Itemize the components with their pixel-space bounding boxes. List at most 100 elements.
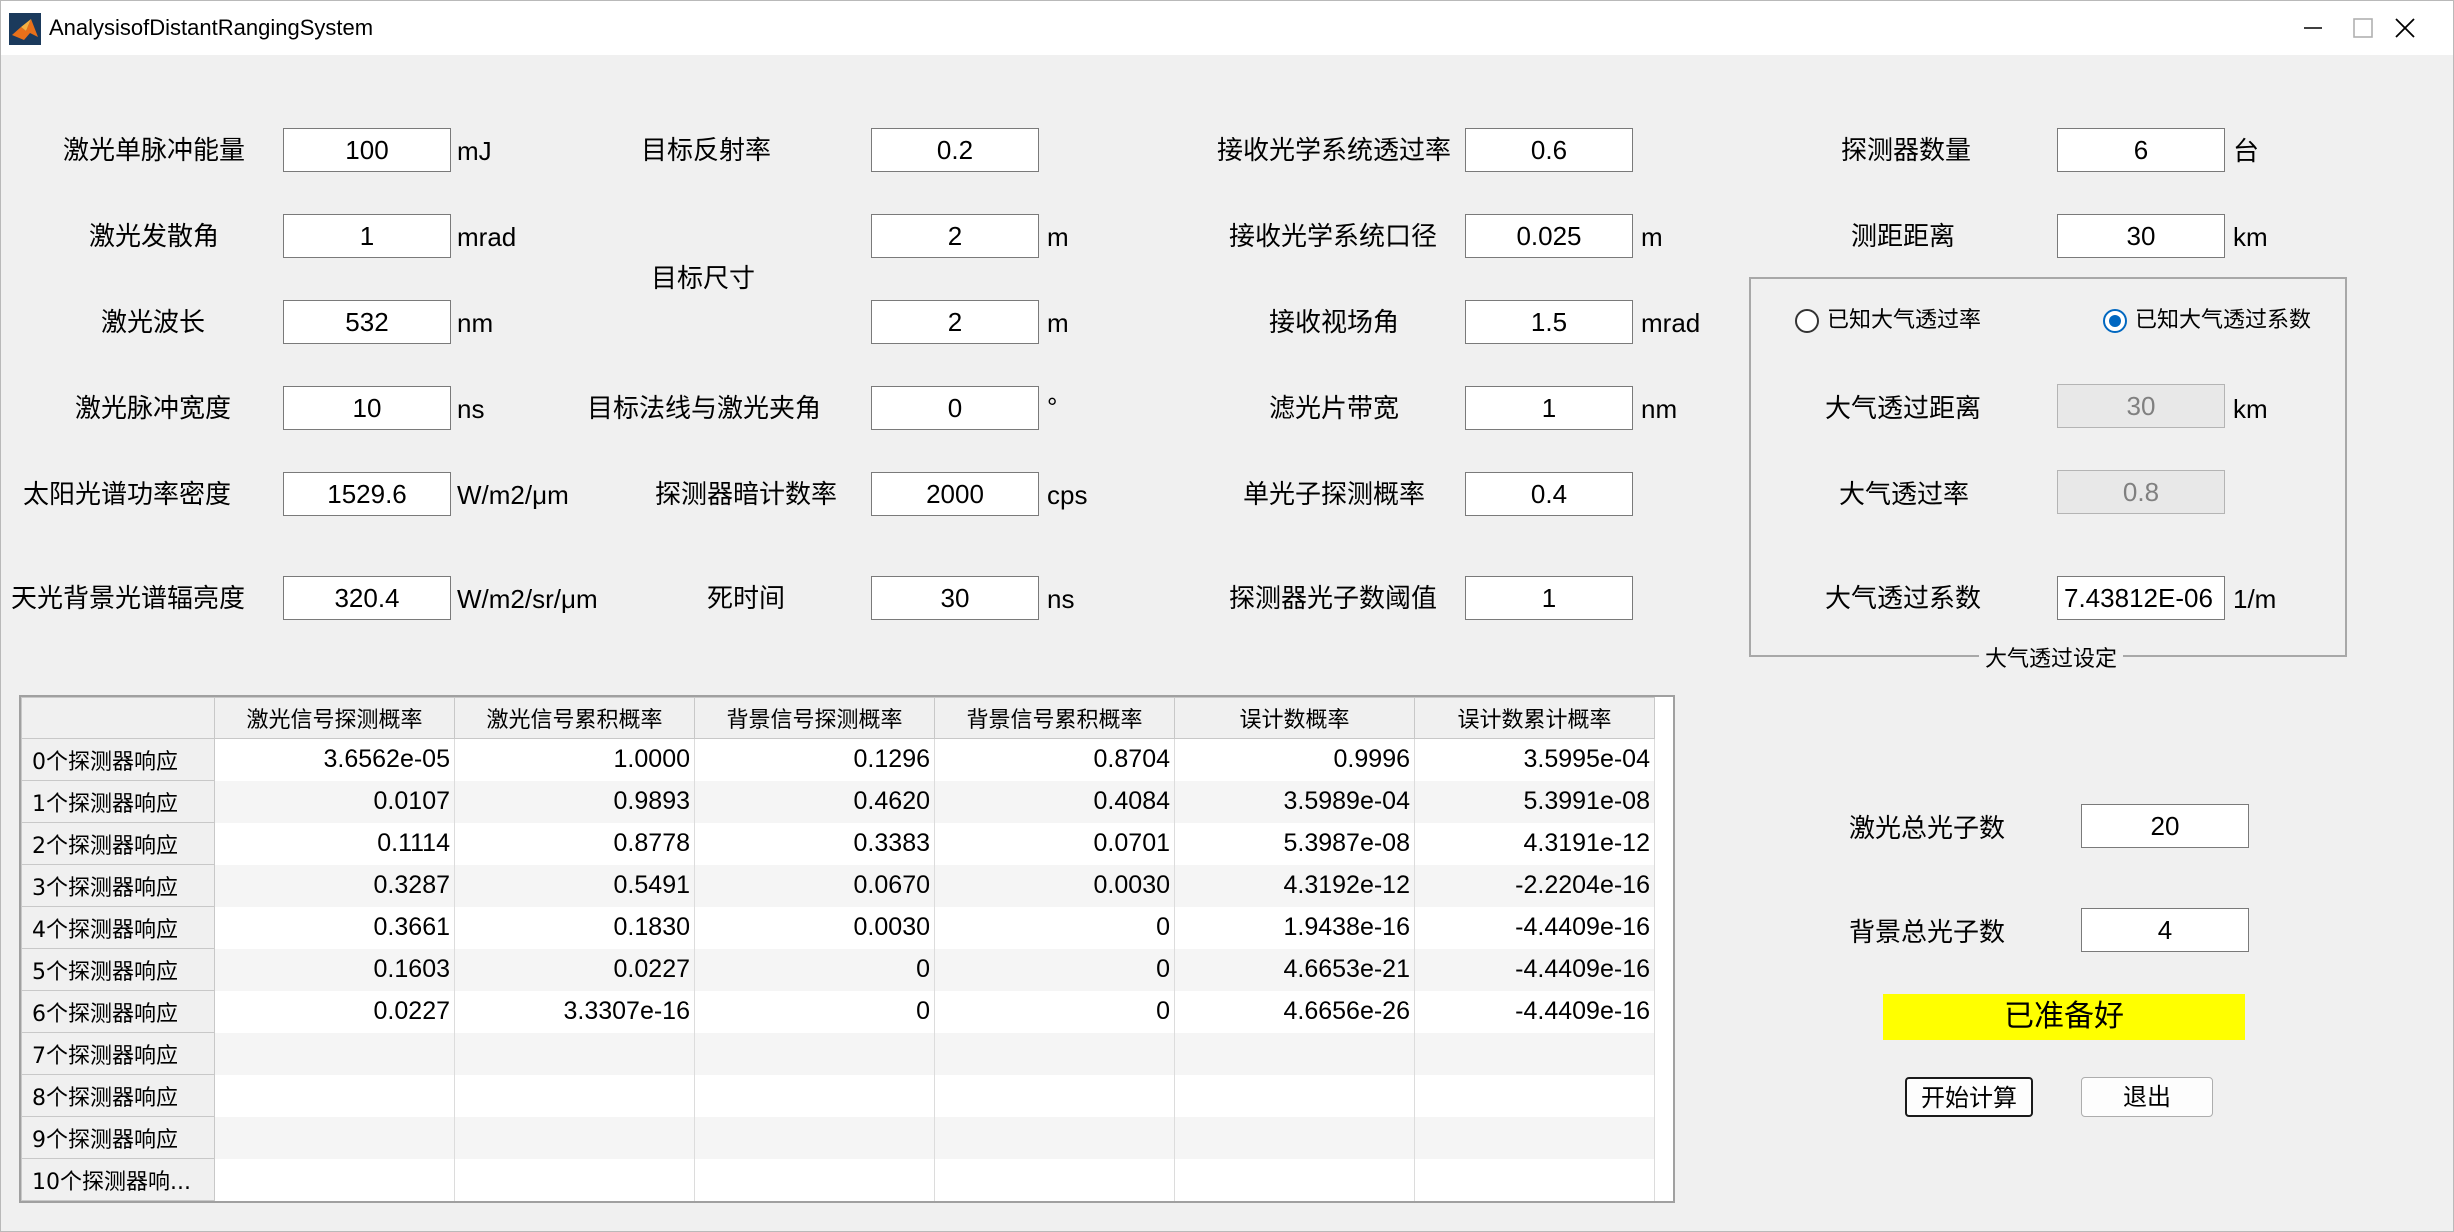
table-cell[interactable]: -4.4409e-16 [1414, 948, 1655, 991]
table-cell[interactable]: 3.5989e-04 [1174, 780, 1415, 823]
table-cell[interactable]: 0.8778 [454, 822, 695, 865]
dark-count-field[interactable] [871, 472, 1039, 516]
table-cell[interactable]: 0.1296 [694, 738, 935, 781]
divergence-field[interactable] [283, 214, 451, 258]
background-photons-field[interactable] [2081, 908, 2249, 952]
column-header[interactable]: 误计数累计概率 [1414, 697, 1655, 739]
table-cell[interactable]: 3.6562e-05 [214, 738, 455, 781]
radio-known-transmittance[interactable]: 已知大气透过率 [1795, 306, 1981, 336]
table-cell[interactable]: 0.3287 [214, 864, 455, 907]
photon-threshold-field[interactable] [1465, 576, 1633, 620]
table-cell[interactable]: 1.0000 [454, 738, 695, 781]
target-angle-field[interactable] [871, 386, 1039, 430]
table-cell[interactable]: 1.9438e-16 [1174, 906, 1415, 949]
range-field[interactable] [2057, 214, 2225, 258]
table-cell[interactable]: 0.9996 [1174, 738, 1415, 781]
table-cell[interactable] [694, 1032, 935, 1075]
table-cell[interactable]: 5.3991e-08 [1414, 780, 1655, 823]
column-header[interactable]: 背景信号探测概率 [694, 697, 935, 739]
wavelength-field[interactable] [283, 300, 451, 344]
table-cell[interactable] [214, 1116, 455, 1159]
table-cell[interactable] [934, 1074, 1175, 1117]
single-photon-prob-field[interactable] [1465, 472, 1633, 516]
table-cell[interactable] [214, 1158, 455, 1201]
detector-count-field[interactable] [2057, 128, 2225, 172]
row-header[interactable]: 4个探测器响应 [21, 906, 215, 949]
row-header[interactable]: 0个探测器响应 [21, 738, 215, 781]
table-cell[interactable]: 0.0107 [214, 780, 455, 823]
table-cell[interactable] [1414, 1158, 1655, 1201]
target-size-field-1[interactable] [871, 214, 1039, 258]
exit-button[interactable]: 退出 [2081, 1077, 2213, 1117]
table-cell[interactable]: 0 [694, 990, 935, 1033]
table-cell[interactable]: 3.5995e-04 [1414, 738, 1655, 781]
dead-time-field[interactable] [871, 576, 1039, 620]
row-header[interactable]: 8个探测器响应 [21, 1074, 215, 1117]
table-cell[interactable]: 0 [934, 948, 1175, 991]
target-reflectance-field[interactable] [871, 128, 1039, 172]
table-cell[interactable]: 4.3192e-12 [1174, 864, 1415, 907]
table-cell[interactable]: 0.3383 [694, 822, 935, 865]
row-header[interactable]: 6个探测器响应 [21, 990, 215, 1033]
pulse-width-field[interactable] [283, 386, 451, 430]
filter-bandwidth-field[interactable] [1465, 386, 1633, 430]
row-header[interactable]: 1个探测器响应 [21, 780, 215, 823]
table-cell[interactable] [1174, 1074, 1415, 1117]
sky-radiance-field[interactable] [283, 576, 451, 620]
table-cell[interactable] [694, 1158, 935, 1201]
table-cell[interactable]: 4.6653e-21 [1174, 948, 1415, 991]
column-header[interactable]: 激光信号探测概率 [214, 697, 455, 739]
table-cell[interactable]: 0 [934, 990, 1175, 1033]
table-cell[interactable] [454, 1074, 695, 1117]
column-header[interactable]: 背景信号累积概率 [934, 697, 1175, 739]
results-table[interactable]: 激光信号探测概率 激光信号累积概率 背景信号探测概率 背景信号累积概率 误计数概… [19, 695, 1675, 1203]
table-cell[interactable]: 0.5491 [454, 864, 695, 907]
table-cell[interactable] [454, 1032, 695, 1075]
table-cell[interactable]: 3.3307e-16 [454, 990, 695, 1033]
table-cell[interactable] [934, 1032, 1175, 1075]
rx-fov-field[interactable] [1465, 300, 1633, 344]
table-cell[interactable]: 0.0701 [934, 822, 1175, 865]
table-cell[interactable]: 0.4620 [694, 780, 935, 823]
table-cell[interactable] [1414, 1116, 1655, 1159]
solar-density-field[interactable] [283, 472, 451, 516]
table-cell[interactable]: 0.1114 [214, 822, 455, 865]
radio-known-coefficient[interactable]: 已知大气透过系数 [2103, 306, 2311, 336]
start-calc-button[interactable]: 开始计算 [1905, 1077, 2033, 1117]
table-cell[interactable] [1174, 1116, 1415, 1159]
table-cell[interactable]: 0.3661 [214, 906, 455, 949]
atm-coefficient-field[interactable] [2057, 576, 2225, 620]
table-cell[interactable] [454, 1158, 695, 1201]
table-cell[interactable]: 0.0030 [934, 864, 1175, 907]
table-cell[interactable]: 0.1830 [454, 906, 695, 949]
table-cell[interactable] [214, 1032, 455, 1075]
row-header[interactable]: 7个探测器响应 [21, 1032, 215, 1075]
table-cell[interactable]: 4.6656e-26 [1174, 990, 1415, 1033]
table-cell[interactable]: -4.4409e-16 [1414, 990, 1655, 1033]
rx-aperture-field[interactable] [1465, 214, 1633, 258]
table-cell[interactable] [1414, 1074, 1655, 1117]
laser-photons-field[interactable] [2081, 804, 2249, 848]
row-header[interactable]: 3个探测器响应 [21, 864, 215, 907]
row-header[interactable]: 9个探测器响应 [21, 1116, 215, 1159]
table-cell[interactable]: 5.3987e-08 [1174, 822, 1415, 865]
table-cell[interactable] [934, 1158, 1175, 1201]
table-cell[interactable] [694, 1074, 935, 1117]
table-cell[interactable] [1414, 1032, 1655, 1075]
table-cell[interactable]: 0.1603 [214, 948, 455, 991]
table-cell[interactable] [1174, 1158, 1415, 1201]
table-cell[interactable]: 0.0030 [694, 906, 935, 949]
table-cell[interactable]: 0.8704 [934, 738, 1175, 781]
table-cell[interactable]: 0.0670 [694, 864, 935, 907]
row-header[interactable]: 2个探测器响应 [21, 822, 215, 865]
row-header[interactable]: 10个探测器响... [21, 1158, 215, 1201]
laser-energy-field[interactable] [283, 128, 451, 172]
column-header[interactable]: 误计数概率 [1174, 697, 1415, 739]
table-cell[interactable]: 0.0227 [214, 990, 455, 1033]
table-cell[interactable] [1174, 1032, 1415, 1075]
row-header[interactable]: 5个探测器响应 [21, 948, 215, 991]
table-cell[interactable]: 0.0227 [454, 948, 695, 991]
table-cell[interactable]: -4.4409e-16 [1414, 906, 1655, 949]
table-cell[interactable]: 0 [694, 948, 935, 991]
table-cell[interactable]: 0 [934, 906, 1175, 949]
